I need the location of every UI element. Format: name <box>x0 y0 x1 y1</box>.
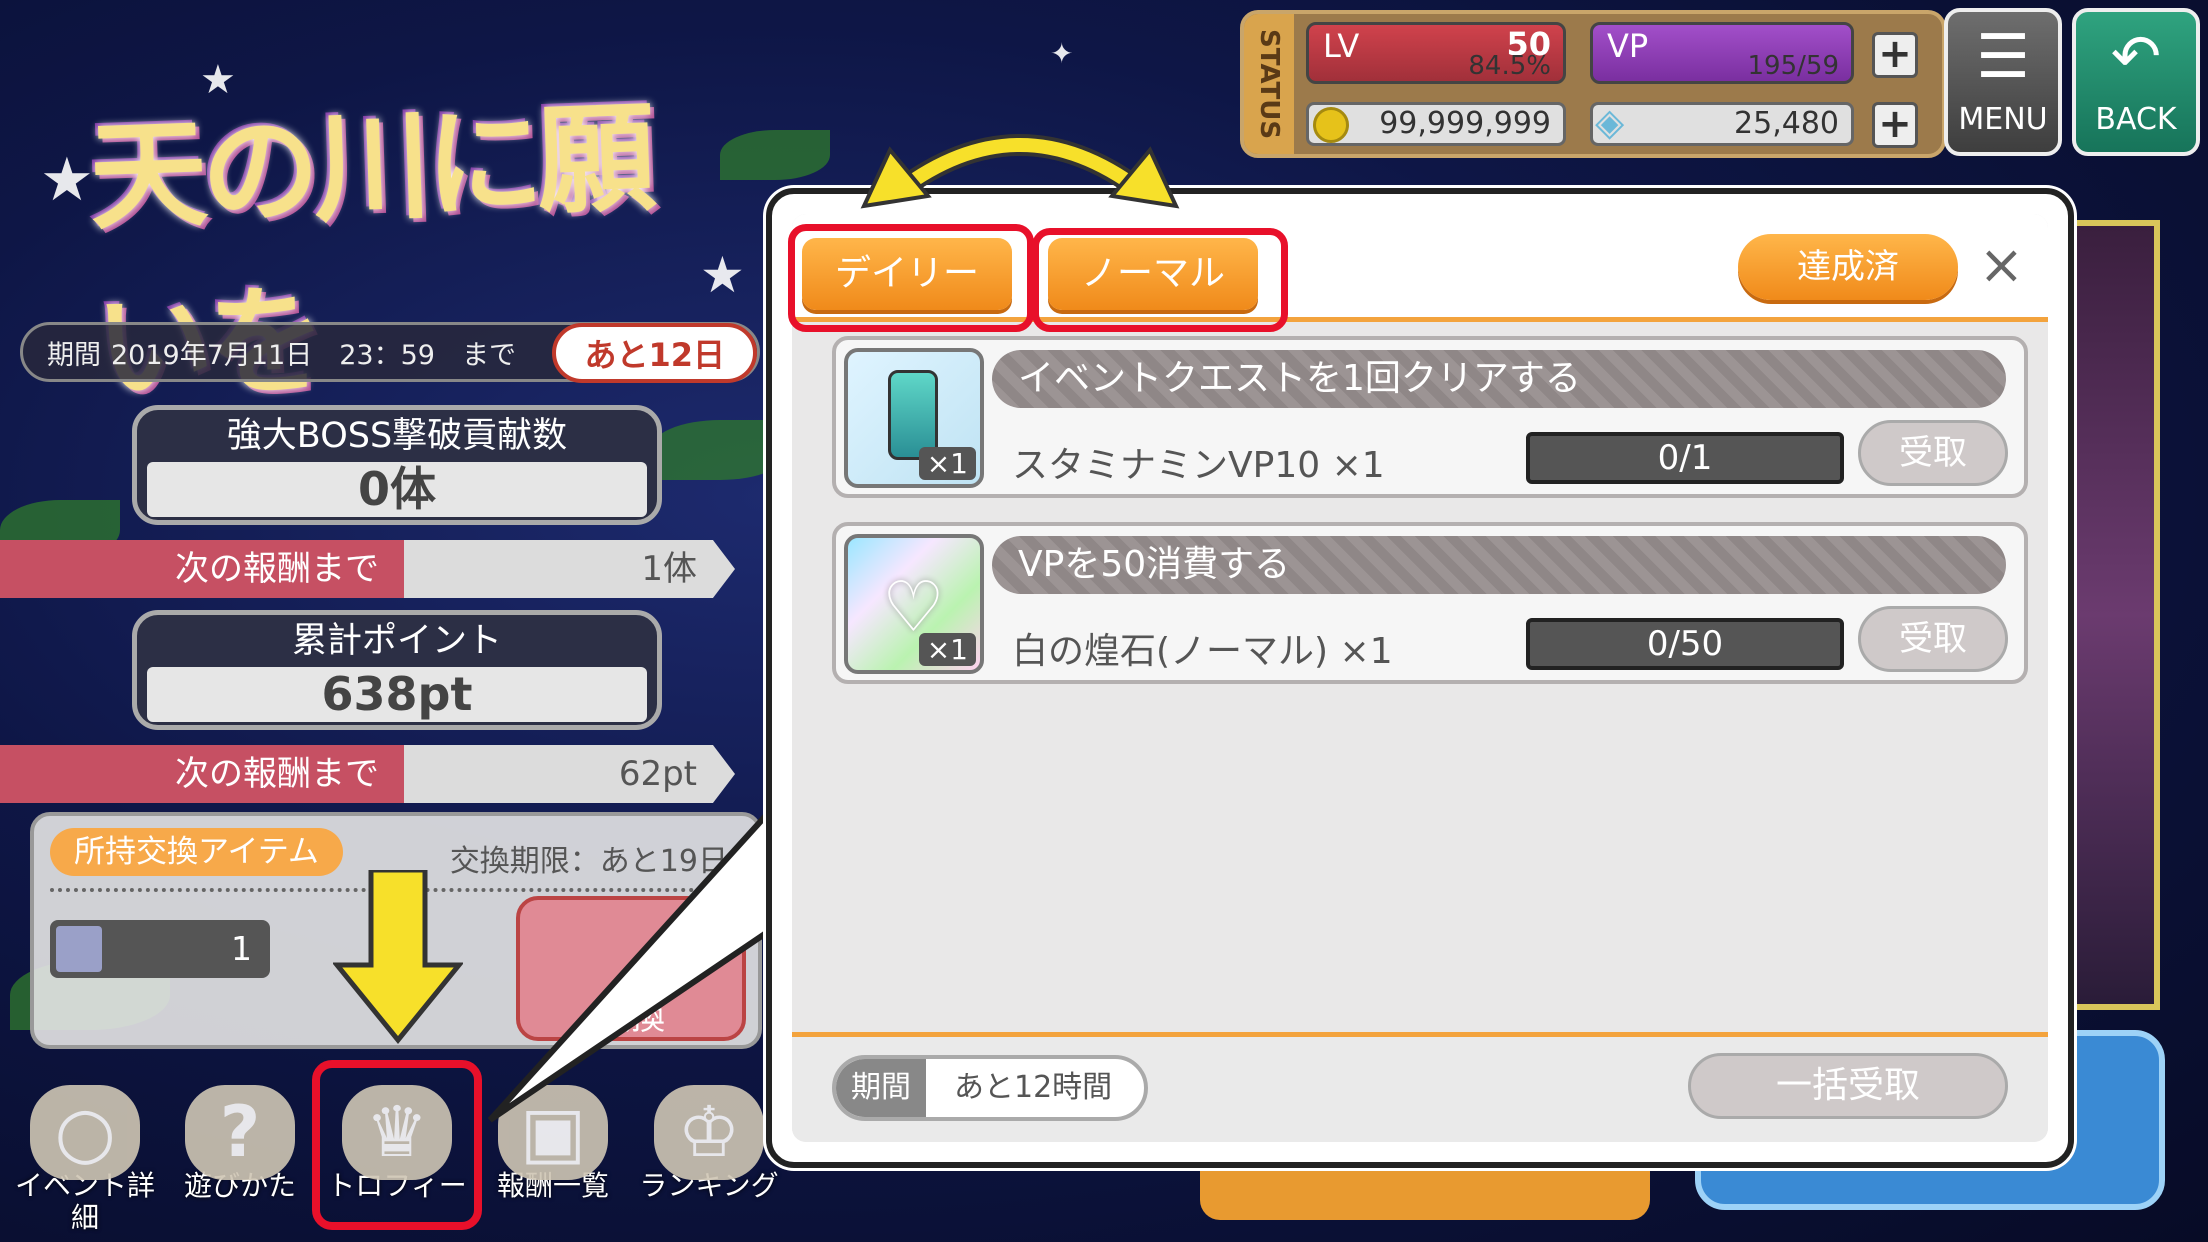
reward-quantity: ×1 <box>918 447 976 480</box>
gem-value: 25,480 <box>1734 106 1839 141</box>
star-icon: ★ <box>40 145 94 215</box>
hamburger-icon: ☰ <box>1976 22 2030 92</box>
mission-progress: 0/50 <box>1526 618 1844 670</box>
next-reward-bar: 次の報酬まで 62pt <box>0 745 735 803</box>
vp-value: 195/59 <box>1747 51 1839 81</box>
nav-event-details[interactable]: ○ イベント詳細 <box>10 1085 160 1235</box>
background-panel <box>2060 220 2160 1010</box>
period-value: あと12時間 <box>954 1070 1113 1105</box>
gem-plus-button[interactable]: + <box>1872 102 1918 148</box>
coin-counter: 99,999,999 <box>1306 102 1566 146</box>
dialog-header: デイリー ノーマル 達成済 × <box>788 214 2048 332</box>
total-points-box: 累計ポイント 638pt <box>132 610 662 730</box>
achieved-filter-button[interactable]: 達成済 <box>1738 234 1958 300</box>
tab-daily-highlight <box>788 224 1034 332</box>
mission-progress: 0/1 <box>1526 432 1844 484</box>
mission-row: ♡ ×1 VPを50消費する 白の煌石(ノーマル) ×1 0/50 受取 <box>832 522 2028 684</box>
back-label: BACK <box>2095 102 2177 137</box>
nav-how-to-play[interactable]: ? 遊びかた <box>165 1085 315 1235</box>
menu-button[interactable]: ☰ MENU <box>1944 8 2062 156</box>
period-date: 2019年7月11日 23：59 まで <box>111 339 516 371</box>
claim-button[interactable]: 受取 <box>1858 420 2008 486</box>
period-label: 期間 <box>47 339 101 371</box>
status-side-label: STATUS <box>1244 14 1294 154</box>
next-reward-bar: 次の報酬まで 1体 <box>0 540 735 598</box>
double-arrow-icon <box>860 134 1180 209</box>
question-icon: ? <box>185 1085 295 1180</box>
background-button <box>1200 1160 1650 1220</box>
tab-normal-highlight <box>1032 228 1288 332</box>
next-reward-value: 1体 <box>641 549 697 589</box>
dialog-body: デイリー ノーマル 達成済 × ×1 イベントクエストを1回クリアする スタミナ… <box>788 214 2048 1142</box>
exchange-item-count: 1 <box>50 920 270 978</box>
status-panel: STATUS LV 50 84.5% VP 195/59 + 99,999,99… <box>1240 10 1946 158</box>
back-arrow-icon: ↶ <box>2110 22 2162 92</box>
exchange-count-value: 1 <box>231 929 252 968</box>
mission-reward: 白の煌石(ノーマル) ×1 <box>1012 631 1393 672</box>
mission-title: VPを50消費する <box>992 536 2006 594</box>
close-icon[interactable]: × <box>1979 238 2024 292</box>
vp-label: VP <box>1607 27 1649 65</box>
claim-all-button[interactable]: 一括受取 <box>1688 1053 2008 1119</box>
back-button[interactable]: ↶ BACK <box>2072 8 2200 156</box>
coin-icon <box>1313 107 1349 143</box>
exchange-item-icon <box>56 926 102 972</box>
gem-icon: ◈ <box>1595 100 1625 144</box>
level-label: LV <box>1323 27 1360 65</box>
boss-label: 強大BOSS撃破貢献数 <box>226 416 568 456</box>
event-period-bar: 期間 2019年7月11日 23：59 まで あと12日 <box>20 322 760 383</box>
star-icon: ✦ <box>1050 37 1074 70</box>
mission-reward: スタミナミンVP10 ×1 <box>1012 445 1385 486</box>
trophy-dialog: デイリー ノーマル 達成済 × ×1 イベントクエストを1回クリアする スタミナ… <box>766 188 2074 1168</box>
level-bar: LV 50 84.5% <box>1306 22 1566 84</box>
period-pill: 期間 あと12時間 <box>832 1055 1148 1121</box>
vp-plus-button[interactable]: + <box>1872 32 1918 78</box>
mission-row: ×1 イベントクエストを1回クリアする スタミナミンVP10 ×1 0/1 受取 <box>832 336 2028 498</box>
next-reward-label: 次の報酬まで <box>175 549 379 589</box>
menu-label: MENU <box>1958 102 2048 137</box>
stamina-potion-icon: ×1 <box>844 348 984 488</box>
dialog-footer: 期間 あと12時間 一括受取 <box>792 1032 2048 1142</box>
bamboo-leaf <box>720 130 830 180</box>
coin-value: 99,999,999 <box>1379 106 1551 141</box>
mission-title: イベントクエストを1回クリアする <box>992 350 2006 408</box>
boss-contribution-box: 強大BOSS撃破貢献数 0体 <box>132 405 662 525</box>
boss-value: 0体 <box>147 462 647 517</box>
vp-bar: VP 195/59 <box>1590 22 1854 84</box>
period-label: 期間 <box>836 1059 926 1117</box>
white-stone-icon: ♡ ×1 <box>844 534 984 674</box>
magnifier-icon: ○ <box>30 1085 140 1180</box>
level-percent: 84.5% <box>1468 51 1551 81</box>
next-reward-value: 62pt <box>618 754 697 794</box>
event-logo: 天の川に願いを <box>87 87 652 417</box>
points-value: 638pt <box>147 667 647 722</box>
exchange-tag: 所持交換アイテム <box>50 828 343 876</box>
gem-counter: ◈ 25,480 <box>1590 102 1854 146</box>
points-label: 累計ポイント <box>291 621 502 661</box>
remaining-days-badge: あと12日 <box>552 323 757 383</box>
claim-button[interactable]: 受取 <box>1858 606 2008 672</box>
callout-pointer <box>487 800 800 1123</box>
reward-quantity: ×1 <box>918 633 976 666</box>
next-reward-label: 次の報酬まで <box>175 754 379 794</box>
